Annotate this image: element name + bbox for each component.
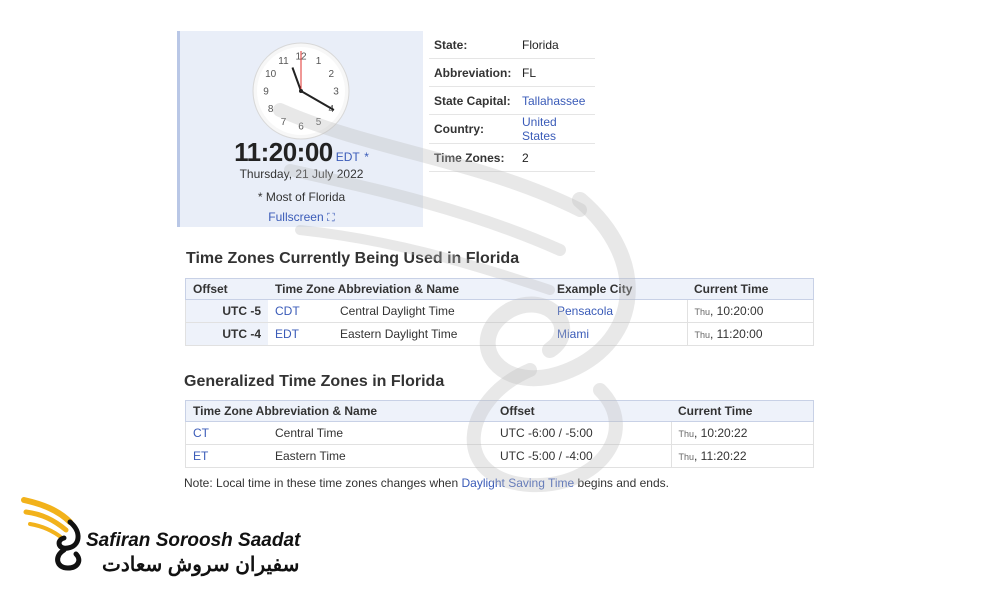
expand-icon: ⛶ [327, 212, 335, 224]
info-row-country: Country: United States [429, 114, 595, 144]
clock-number: 2 [329, 69, 335, 80]
current-zones-table: Offset Time Zone Abbreviation & Name Exa… [185, 278, 814, 346]
info-key: State: [429, 31, 517, 59]
table-header-row: Offset Time Zone Abbreviation & Name Exa… [185, 278, 814, 300]
header-city: Example City [550, 278, 687, 300]
time-text: , 11:20:00 [710, 327, 763, 341]
generalized-zones-table: Time Zone Abbreviation & Name Offset Cur… [185, 400, 814, 468]
day-abbr: Thu [694, 330, 711, 340]
day-abbr: Thu [678, 452, 695, 462]
current-time-cell: Thu, 10:20:00 [686, 299, 814, 323]
tz-abbr-link[interactable]: EDT [336, 150, 360, 164]
header-offset: Offset [185, 278, 268, 300]
clock-number: 6 [298, 122, 304, 133]
day-abbr: Thu [694, 307, 711, 317]
clock-panel: 121234567891011 11:20:00EDT * Thursday, … [177, 31, 423, 227]
offset-cell: UTC -6:00 / -5:00 [493, 421, 671, 445]
footnote-text-after: begins and ends. [574, 476, 669, 490]
tz-name: Eastern Daylight Time [333, 322, 550, 346]
clock-number: 8 [268, 104, 274, 115]
header-offset: Offset [493, 400, 671, 422]
state-info-table: State: Florida Abbreviation: FL State Ca… [429, 31, 595, 172]
current-time-cell: Thu, 11:20:22 [670, 444, 814, 468]
header-abbr-name: Time Zone Abbreviation & Name [185, 400, 493, 422]
time-text: , 10:20:22 [694, 426, 748, 440]
fullscreen-label: Fullscreen [268, 210, 324, 224]
city-link[interactable]: Pensacola [557, 304, 613, 318]
country-link[interactable]: United States [522, 115, 557, 143]
header-current-time: Current Time [687, 278, 814, 300]
offset-cell: UTC -5:00 / -4:00 [493, 444, 671, 468]
current-time-cell: Thu, 10:20:22 [670, 421, 814, 445]
city-link[interactable]: Miami [557, 327, 589, 341]
tz-name: Eastern Time [268, 444, 493, 468]
info-key: Country: [429, 114, 517, 144]
clock-number: 9 [263, 87, 269, 98]
generalized-zones-heading: Generalized Time Zones in Florida [184, 373, 445, 390]
current-time: 11:20:00 EDT * [180, 137, 423, 168]
time-text: , 10:20:00 [710, 304, 764, 318]
table-row: UTC -4 EDT Eastern Daylight Time Miami T… [185, 322, 814, 346]
clock-number: 5 [316, 117, 322, 128]
info-value: FL [517, 58, 595, 87]
company-name-fa: سفیران سروش سعادت [102, 554, 300, 576]
clock-number: 1 [316, 56, 322, 67]
info-row-state: State: Florida [429, 31, 595, 59]
fullscreen-link[interactable]: Fullscreen ⛶ [180, 210, 423, 225]
footnote-star: * [364, 150, 369, 164]
tz-abbr-link[interactable]: ET [193, 449, 208, 463]
tz-name: Central Daylight Time [333, 299, 550, 323]
table-header-row: Time Zone Abbreviation & Name Offset Cur… [185, 400, 814, 422]
capital-link[interactable]: Tallahassee [522, 94, 585, 108]
most-of-state-note: * Most of Florida [257, 190, 346, 204]
clock-number: 10 [265, 69, 277, 80]
day-abbr: Thu [678, 429, 695, 439]
info-row-abbreviation: Abbreviation: FL [429, 58, 595, 87]
tz-abbr-link[interactable]: CDT [275, 304, 300, 318]
date-text: Thursday, 21 July 2022 [239, 167, 364, 181]
info-row-capital: State Capital: Tallahassee [429, 86, 595, 115]
info-value: Florida [517, 31, 595, 59]
current-time-cell: Thu, 11:20:00 [686, 322, 814, 346]
table-row: CT Central Time UTC -6:00 / -5:00 Thu, 1… [185, 421, 814, 445]
offset-cell: UTC -5 [185, 299, 268, 323]
analog-clock: 121234567891011 [252, 42, 350, 140]
info-row-time-zones: Time Zones: 2 [429, 143, 595, 172]
table-row: ET Eastern Time UTC -5:00 / -4:00 Thu, 1… [185, 444, 814, 468]
company-name-en: Safiran Soroosh Saadat [86, 530, 301, 551]
time-value: 11:20:00 [234, 137, 333, 167]
dst-footnote: Note: Local time in these time zones cha… [184, 476, 669, 490]
tz-name: Central Time [268, 421, 493, 445]
tz-abbr-link[interactable]: CT [193, 426, 209, 440]
info-key: State Capital: [429, 86, 517, 115]
header-abbr-name: Time Zone Abbreviation & Name [268, 278, 550, 300]
info-key: Abbreviation: [429, 58, 517, 87]
clock-number: 3 [333, 87, 339, 98]
info-value: 2 [517, 143, 595, 172]
clock-number: 11 [278, 56, 289, 67]
footnote-text-before: Note: Local time in these time zones cha… [184, 476, 462, 490]
dst-link[interactable]: Daylight Saving Time [462, 476, 575, 490]
info-key: Time Zones: [429, 143, 517, 172]
tz-abbr-link[interactable]: EDT [275, 327, 299, 341]
clock-number: 7 [281, 117, 287, 128]
current-zones-heading: Time Zones Currently Being Used in Flori… [186, 250, 520, 267]
offset-cell: UTC -4 [185, 322, 268, 346]
header-current-time: Current Time [671, 400, 814, 422]
time-text: , 11:20:22 [694, 449, 747, 463]
table-row: UTC -5 CDT Central Daylight Time Pensaco… [185, 299, 814, 323]
